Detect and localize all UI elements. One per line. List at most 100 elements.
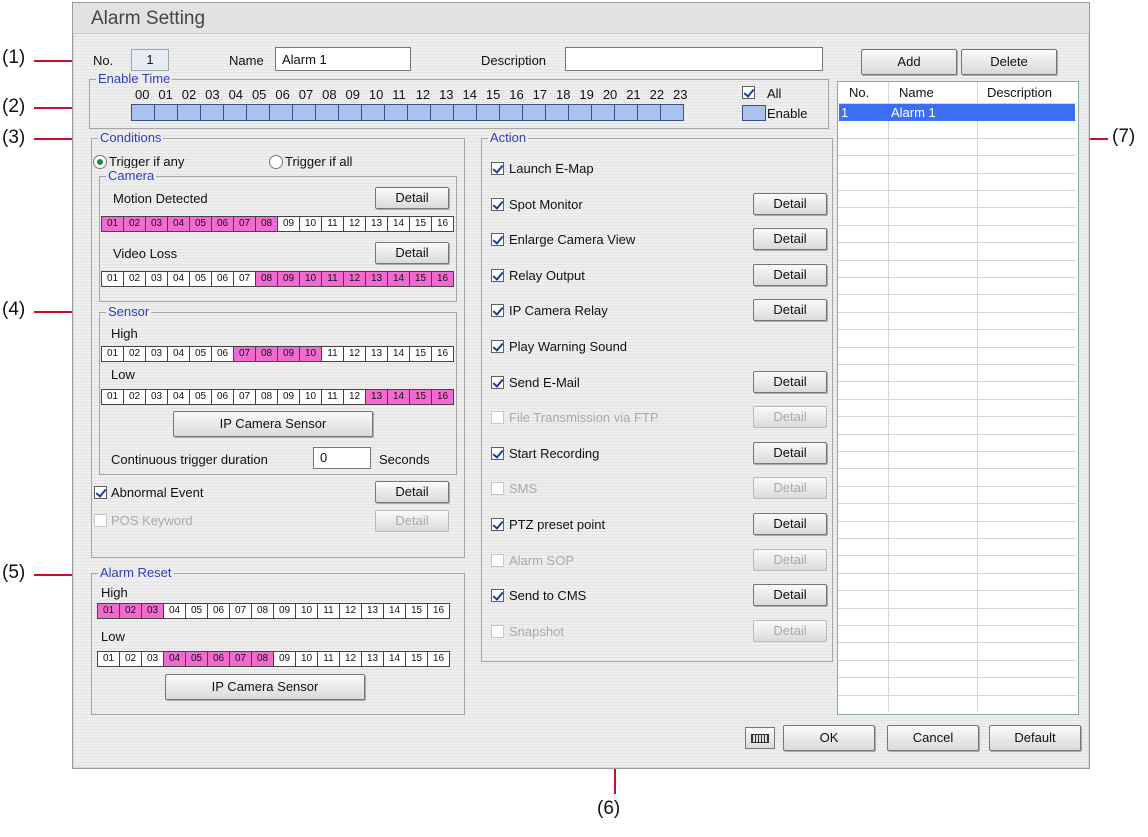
reset-low-channel-cell[interactable]: 15 — [405, 651, 428, 667]
reset-high-channel-cell[interactable]: 08 — [251, 603, 274, 619]
video-loss-channel-cell[interactable]: 10 — [299, 271, 322, 287]
abnormal-event-checkbox[interactable] — [94, 486, 107, 499]
action-checkbox[interactable] — [491, 411, 504, 425]
hour-cell[interactable] — [154, 104, 178, 121]
video-loss-channel-cell[interactable]: 05 — [189, 271, 212, 287]
reset-low-channel-cell[interactable]: 01 — [97, 651, 120, 667]
video-loss-channel-cell[interactable]: 04 — [167, 271, 190, 287]
motion-channel-cell[interactable]: 09 — [277, 216, 300, 232]
delete-button[interactable]: Delete — [961, 49, 1057, 75]
reset-high-channel-cell[interactable]: 03 — [141, 603, 164, 619]
sensor-low-channel-cell[interactable]: 08 — [255, 389, 278, 405]
reset-high-channel-cell[interactable]: 04 — [163, 603, 186, 619]
reset-low-channel-cell[interactable]: 14 — [383, 651, 406, 667]
motion-channel-cell[interactable]: 13 — [365, 216, 388, 232]
video-loss-channel-cell[interactable]: 11 — [321, 271, 344, 287]
video-loss-channel-cell[interactable]: 12 — [343, 271, 366, 287]
hour-cell[interactable] — [361, 104, 385, 121]
hour-cell[interactable] — [269, 104, 293, 121]
action-detail-button[interactable]: Detail — [753, 548, 827, 571]
motion-channel-cell[interactable]: 10 — [299, 216, 322, 232]
reset-low-cells[interactable]: 01 02 03 04 05 06 07 08 09 10 11 12 13 14 15 16 — [97, 651, 450, 667]
reset-low-channel-cell[interactable]: 02 — [119, 651, 142, 667]
all-checkbox[interactable] — [742, 86, 755, 99]
motion-channel-cell[interactable]: 05 — [189, 216, 212, 232]
motion-channel-cell[interactable]: 08 — [255, 216, 278, 232]
motion-channel-cell[interactable]: 15 — [409, 216, 432, 232]
reset-low-channel-cell[interactable]: 05 — [185, 651, 208, 667]
motion-channel-cell[interactable]: 02 — [123, 216, 146, 232]
action-detail-button[interactable]: Detail — [753, 584, 827, 607]
reset-high-channel-cell[interactable]: 11 — [317, 603, 340, 619]
reset-high-channel-cell[interactable]: 06 — [207, 603, 230, 619]
video-loss-channel-cell[interactable]: 01 — [101, 271, 124, 287]
sensor-high-channel-cell[interactable]: 14 — [387, 346, 410, 362]
motion-channel-cell[interactable]: 04 — [167, 216, 190, 232]
hour-cells[interactable] — [131, 104, 684, 121]
hour-cell[interactable] — [568, 104, 592, 121]
sensor-high-channel-cell[interactable]: 16 — [431, 346, 454, 362]
reset-high-channel-cell[interactable]: 09 — [273, 603, 296, 619]
sensor-high-channel-cell[interactable]: 12 — [343, 346, 366, 362]
reset-high-channel-cell[interactable]: 02 — [119, 603, 142, 619]
sensor-high-cells[interactable]: 01 02 03 04 05 06 07 08 09 10 11 12 13 14 15 16 — [101, 346, 454, 362]
video-loss-channel-cell[interactable]: 08 — [255, 271, 278, 287]
action-checkbox[interactable] — [491, 446, 504, 460]
sensor-low-channel-cell[interactable]: 02 — [123, 389, 146, 405]
keyboard-button[interactable] — [745, 727, 775, 749]
sensor-low-channel-cell[interactable]: 12 — [343, 389, 366, 405]
sensor-low-channel-cell[interactable]: 11 — [321, 389, 344, 405]
sensor-high-channel-cell[interactable]: 03 — [145, 346, 168, 362]
video-loss-detail-button[interactable]: Detail — [375, 242, 449, 264]
hour-cell[interactable] — [246, 104, 270, 121]
action-detail-button[interactable]: Detail — [753, 228, 827, 251]
hour-cell[interactable] — [407, 104, 431, 121]
reset-low-channel-cell[interactable]: 16 — [427, 651, 450, 667]
motion-channel-cell[interactable]: 07 — [233, 216, 256, 232]
action-checkbox[interactable] — [491, 340, 504, 353]
sensor-low-channel-cell[interactable]: 01 — [101, 389, 124, 405]
sensor-low-channel-cell[interactable]: 10 — [299, 389, 322, 405]
action-detail-button[interactable]: Detail — [753, 441, 827, 464]
sensor-low-channel-cell[interactable]: 15 — [409, 389, 432, 405]
hour-cell[interactable] — [338, 104, 362, 121]
action-checkbox[interactable] — [491, 268, 504, 282]
motion-detail-button[interactable]: Detail — [375, 187, 449, 209]
sensor-high-channel-cell[interactable]: 04 — [167, 346, 190, 362]
sensor-high-channel-cell[interactable]: 11 — [321, 346, 344, 362]
sensor-low-channel-cell[interactable]: 06 — [211, 389, 234, 405]
reset-low-channel-cell[interactable]: 03 — [141, 651, 164, 667]
alarm-row-selected[interactable] — [839, 104, 1075, 121]
hour-cell[interactable] — [430, 104, 454, 121]
video-loss-channel-cell[interactable]: 14 — [387, 271, 410, 287]
action-checkbox[interactable] — [491, 304, 504, 318]
motion-channel-cell[interactable]: 12 — [343, 216, 366, 232]
sensor-low-channel-cell[interactable]: 09 — [277, 389, 300, 405]
sensor-high-channel-cell[interactable]: 08 — [255, 346, 278, 362]
hour-cell[interactable] — [223, 104, 247, 121]
hour-cell[interactable] — [384, 104, 408, 121]
motion-channel-cell[interactable]: 14 — [387, 216, 410, 232]
description-input[interactable] — [565, 47, 823, 71]
reset-high-channel-cell[interactable]: 16 — [427, 603, 450, 619]
sensor-high-channel-cell[interactable]: 15 — [409, 346, 432, 362]
sensor-high-channel-cell[interactable]: 05 — [189, 346, 212, 362]
sensor-low-channel-cell[interactable]: 03 — [145, 389, 168, 405]
trigger-any-radio[interactable] — [93, 155, 107, 169]
video-loss-channel-cell[interactable]: 07 — [233, 271, 256, 287]
pos-keyword-checkbox[interactable] — [94, 514, 107, 527]
hour-cell[interactable] — [292, 104, 316, 121]
action-checkbox[interactable] — [491, 518, 504, 531]
video-loss-channel-cell[interactable]: 13 — [365, 271, 388, 287]
video-loss-channel-cell[interactable]: 16 — [431, 271, 454, 287]
pos-detail-button[interactable]: Detail — [375, 510, 449, 532]
hour-cell[interactable] — [131, 104, 155, 121]
sensor-high-channel-cell[interactable]: 10 — [299, 346, 322, 362]
sensor-high-channel-cell[interactable]: 09 — [277, 346, 300, 362]
action-checkbox[interactable] — [491, 233, 504, 247]
sensor-low-channel-cell[interactable]: 05 — [189, 389, 212, 405]
reset-high-channel-cell[interactable]: 07 — [229, 603, 252, 619]
sensor-high-channel-cell[interactable]: 02 — [123, 346, 146, 362]
action-checkbox[interactable] — [491, 624, 504, 638]
sensor-low-channel-cell[interactable]: 04 — [167, 389, 190, 405]
